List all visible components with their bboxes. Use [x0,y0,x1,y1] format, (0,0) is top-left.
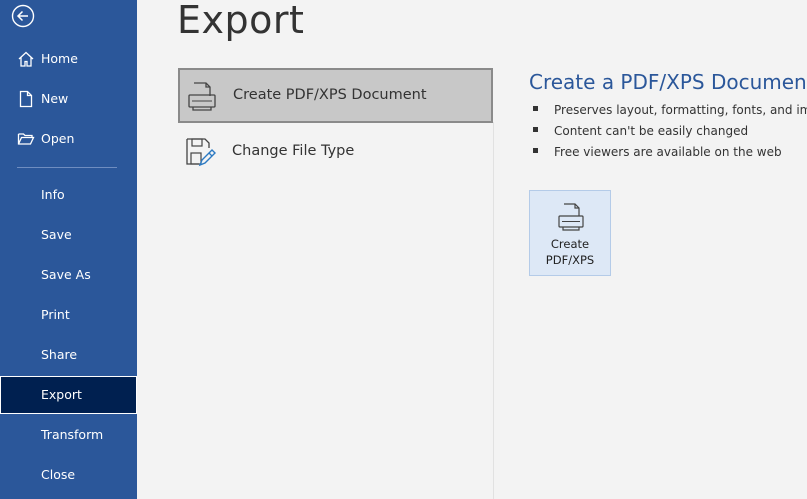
sidebar-item-info[interactable]: Info [0,176,137,214]
sidebar-item-label: Export [41,387,82,402]
pdf-document-icon [558,203,584,231]
option-create-pdf-xps[interactable]: Create PDF/XPS Document [178,68,493,123]
sidebar-item-print[interactable]: Print [0,296,137,334]
list-item: Free viewers are available on the web [533,143,807,164]
sidebar-item-export[interactable]: Export [0,376,137,414]
home-icon [18,51,34,67]
option-label: Create PDF/XPS Document [233,87,427,103]
sidebar-item-open[interactable]: Open [0,120,137,158]
sidebar-item-save[interactable]: Save [0,216,137,254]
sidebar-item-label: Open [41,131,75,146]
sidebar-item-label: Save As [41,267,91,282]
feature-list: Preserves layout, formatting, fonts, and… [533,101,807,164]
sidebar-item-label: Transform [41,427,104,442]
sidebar-item-label: Share [41,347,78,362]
create-button-line2: PDF/XPS [545,253,595,267]
pdf-document-icon [188,82,216,111]
sidebar-item-share[interactable]: Share [0,336,137,374]
list-item: Content can't be easily changed [533,122,807,143]
sidebar-item-home[interactable]: Home [0,40,137,78]
folder-open-icon [17,133,35,145]
sidebar-divider [17,167,117,168]
new-document-icon [19,90,33,108]
create-button-label: Create PDF/XPS [530,236,610,268]
backstage-sidebar: Home New Open Info Save Save As Print Sh… [0,0,137,499]
back-arrow-icon [11,4,35,28]
create-button-line1: Create [550,237,590,251]
sidebar-item-label: New [41,91,69,106]
option-label: Change File Type [232,143,355,159]
detail-title: Create a PDF/XPS Document [529,70,807,94]
list-item: Preserves layout, formatting, fonts, and… [533,101,807,122]
sidebar-item-label: Print [41,307,70,322]
panel-divider [493,122,494,499]
sidebar-item-transform[interactable]: Transform [0,416,137,454]
option-change-file-type[interactable]: Change File Type [178,126,493,181]
sidebar-item-new[interactable]: New [0,80,137,118]
page-title: Export [177,0,305,42]
sidebar-item-close[interactable]: Close [0,456,137,494]
sidebar-item-label: Close [41,467,76,482]
back-button[interactable] [11,4,35,28]
sidebar-item-label: Home [41,51,78,66]
sidebar-item-label: Info [41,187,65,202]
change-file-type-icon [186,138,216,167]
sidebar-item-save-as[interactable]: Save As [0,256,137,294]
create-pdf-xps-button[interactable]: Create PDF/XPS [529,190,611,276]
sidebar-item-label: Save [41,227,72,242]
